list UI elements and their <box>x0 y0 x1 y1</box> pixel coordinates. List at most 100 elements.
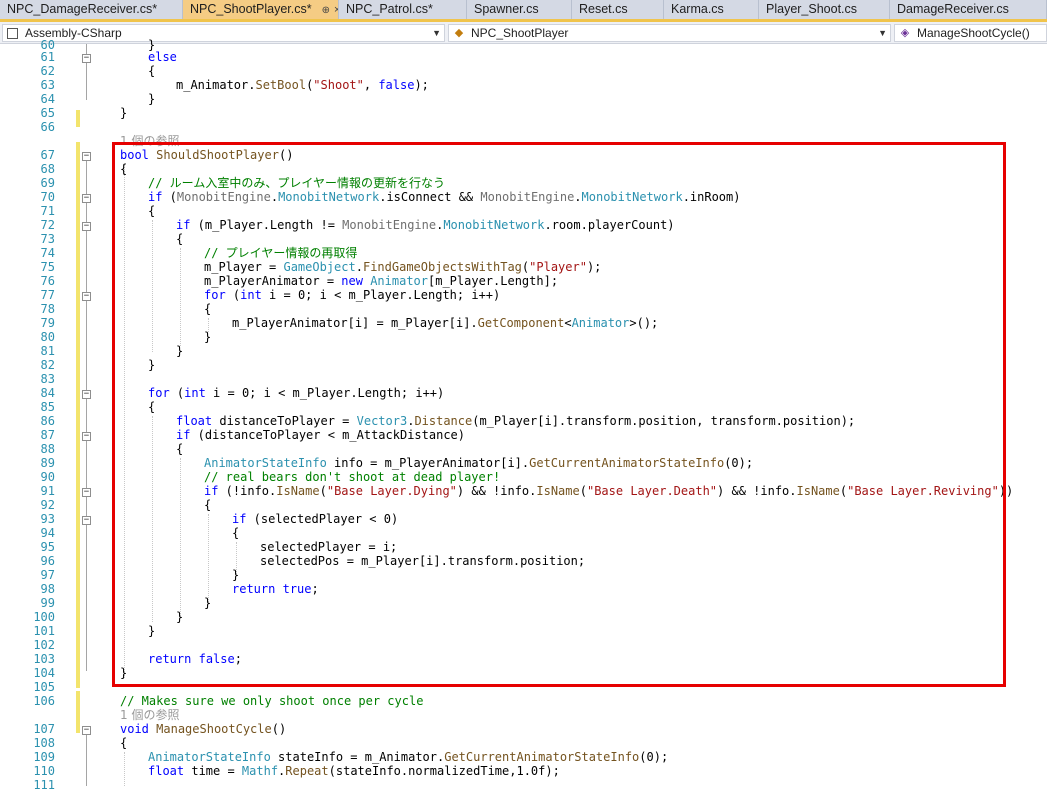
line-number: 104 <box>33 666 55 680</box>
line-number: 101 <box>33 624 55 638</box>
class-icon: ◆ <box>454 27 464 39</box>
collapse-toggle[interactable]: − <box>82 726 91 735</box>
code-comment: // Makes sure we only shoot once per cyc… <box>120 694 424 708</box>
line-number: 111 <box>33 778 55 792</box>
code-line: { <box>148 64 156 78</box>
tab-label: NPC_Patrol.cs* <box>346 2 433 16</box>
line-number: 109 <box>33 750 55 764</box>
line-number: 95 <box>40 540 55 554</box>
fold-line <box>86 735 87 786</box>
code-line: } <box>120 106 128 120</box>
tab-npc-shoot-player[interactable]: NPC_ShootPlayer.cs*⊕× <box>183 0 339 19</box>
line-number: 78 <box>40 302 55 316</box>
line-number: 107 <box>33 722 55 736</box>
line-number: 110 <box>33 764 55 778</box>
line-number: 85 <box>40 400 55 414</box>
class-dropdown[interactable]: ◆ NPC_ShootPlayer ▼ <box>448 24 891 42</box>
line-number: 73 <box>40 232 55 246</box>
code-editor[interactable]: − − − − − − − − − − 60 61 62 63 64 65 66… <box>0 38 1047 792</box>
member-dropdown[interactable]: ◈ ManageShootCycle() <box>894 24 1047 42</box>
code-line: } <box>148 92 156 106</box>
line-number: 61 <box>40 50 55 64</box>
change-bar <box>76 691 80 733</box>
line-number: 97 <box>40 568 55 582</box>
collapse-toggle[interactable]: − <box>82 152 91 161</box>
line-number: 92 <box>40 498 55 512</box>
line-number: 74 <box>40 246 55 260</box>
line-number: 63 <box>40 78 55 92</box>
line-number: 99 <box>40 596 55 610</box>
collapse-toggle[interactable]: − <box>82 54 91 63</box>
code-line: float time = Mathf.Repeat(stateInfo.norm… <box>148 764 560 778</box>
tab-label: Karma.cs <box>671 2 724 16</box>
line-number: 100 <box>33 610 55 624</box>
project-dropdown[interactable]: Assembly-CSharp ▼ <box>2 24 445 42</box>
line-number: 76 <box>40 274 55 288</box>
tab-label: DamageReceiver.cs <box>897 2 1009 16</box>
navigation-bar: Assembly-CSharp ▼ ◆ NPC_ShootPlayer ▼ ◈ … <box>0 22 1047 44</box>
tab-label: NPC_DamageReceiver.cs* <box>7 2 158 16</box>
line-number: 94 <box>40 526 55 540</box>
codelens-reference[interactable]: 1 個の参照 <box>120 708 179 722</box>
pin-icon[interactable]: ⊕ <box>322 5 330 16</box>
tab-label: NPC_ShootPlayer.cs* <box>190 2 312 16</box>
method-icon: ◈ <box>900 27 910 39</box>
collapse-toggle[interactable]: − <box>82 222 91 231</box>
tab-label: Spawner.cs <box>474 2 539 16</box>
line-number: 88 <box>40 442 55 456</box>
line-number: 86 <box>40 414 55 428</box>
tab-label: Reset.cs <box>579 2 628 16</box>
chevron-down-icon: ▼ <box>878 28 887 38</box>
line-number: 71 <box>40 204 55 218</box>
line-number: 66 <box>40 120 55 134</box>
member-name: ManageShootCycle() <box>917 26 1030 40</box>
collapse-toggle[interactable]: − <box>82 432 91 441</box>
line-number: 98 <box>40 582 55 596</box>
tab-label: Player_Shoot.cs <box>766 2 858 16</box>
tab-damage-receiver[interactable]: DamageReceiver.cs <box>890 0 1047 19</box>
line-number: 105 <box>33 680 55 694</box>
collapse-toggle[interactable]: − <box>82 194 91 203</box>
collapse-toggle[interactable]: − <box>82 488 91 497</box>
tab-karma[interactable]: Karma.cs <box>664 0 759 19</box>
code-line: { <box>120 736 128 750</box>
collapse-toggle[interactable]: − <box>82 516 91 525</box>
line-number: 67 <box>40 148 55 162</box>
line-number: 75 <box>40 260 55 274</box>
tab-npc-patrol[interactable]: NPC_Patrol.cs* <box>339 0 467 19</box>
tab-spawner[interactable]: Spawner.cs <box>467 0 572 19</box>
collapse-toggle[interactable]: − <box>82 390 91 399</box>
line-number: 96 <box>40 554 55 568</box>
change-bar <box>76 110 80 127</box>
line-number: 91 <box>40 484 55 498</box>
tab-npc-damage-receiver[interactable]: NPC_DamageReceiver.cs* <box>0 0 183 19</box>
class-name: NPC_ShootPlayer <box>471 26 569 40</box>
highlight-box <box>112 142 1006 687</box>
code-line: m_Animator.SetBool("Shoot", false); <box>176 78 429 92</box>
line-number: 72 <box>40 218 55 232</box>
line-number: 106 <box>33 694 55 708</box>
code-line: void ManageShootCycle() <box>120 722 287 736</box>
line-number: 84 <box>40 386 55 400</box>
line-number: 79 <box>40 316 55 330</box>
line-number: 89 <box>40 456 55 470</box>
tab-player-shoot[interactable]: Player_Shoot.cs <box>759 0 890 19</box>
code-line: AnimatorStateInfo stateInfo = m_Animator… <box>148 750 669 764</box>
code-line: else <box>148 50 177 64</box>
line-number: 70 <box>40 190 55 204</box>
line-number: 77 <box>40 288 55 302</box>
line-number: 69 <box>40 176 55 190</box>
collapse-toggle[interactable]: − <box>82 292 91 301</box>
line-number: 65 <box>40 106 55 120</box>
line-number: 83 <box>40 372 55 386</box>
chevron-down-icon: ▼ <box>432 28 441 38</box>
line-number: 103 <box>33 652 55 666</box>
line-number: 90 <box>40 470 55 484</box>
line-number: 62 <box>40 64 55 78</box>
tab-reset[interactable]: Reset.cs <box>572 0 664 19</box>
line-number: 87 <box>40 428 55 442</box>
line-number: 64 <box>40 92 55 106</box>
line-number: 93 <box>40 512 55 526</box>
line-number: 82 <box>40 358 55 372</box>
document-tab-bar: NPC_DamageReceiver.cs* NPC_ShootPlayer.c… <box>0 0 1047 22</box>
